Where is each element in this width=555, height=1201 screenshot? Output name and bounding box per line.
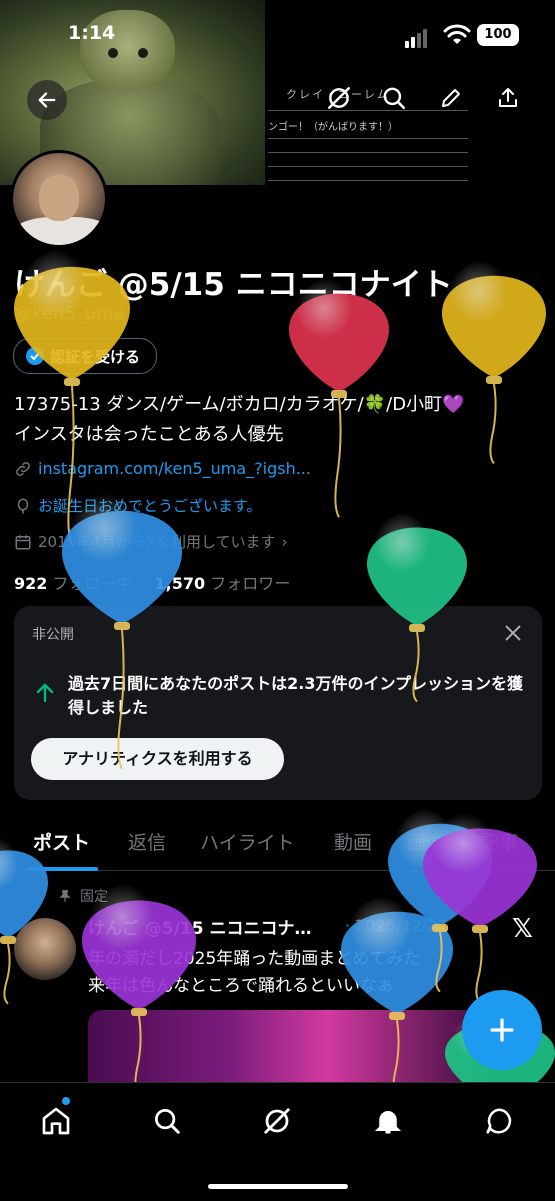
- following-count: 922: [14, 574, 48, 593]
- pinned-label: 固定: [58, 886, 108, 906]
- close-card-button[interactable]: [502, 622, 524, 644]
- following-label: フォロー中: [52, 574, 133, 593]
- analytics-card: 非公開 過去7日間にあなたのポストは2.3万件のインプレッションを獲得しました …: [14, 606, 542, 800]
- plus-icon: [490, 1018, 514, 1042]
- impressions-message: 過去7日間にあなたのポストは2.3万件のインプレッションを獲得しました: [68, 674, 523, 717]
- share-button[interactable]: [490, 80, 526, 116]
- private-label: 非公開: [32, 627, 74, 643]
- edit-icon: [442, 89, 460, 107]
- calendar-icon: [15, 534, 31, 549]
- balloon-icon: [17, 498, 29, 513]
- share-icon: [499, 88, 517, 107]
- profile-avatar[interactable]: [10, 150, 108, 248]
- followers-label: フォロワー: [210, 574, 291, 593]
- link-icon: [16, 461, 30, 476]
- post-avatar[interactable]: [14, 918, 76, 980]
- bio-line-1: 17375-13 ダンス/ゲーム/ボカロ/カラオケ/🍀/D小町💜: [14, 394, 465, 415]
- post-text-line-1: 年の瀬だし2025年踊った動画まとめてみた: [88, 949, 421, 969]
- messages-icon: [486, 1108, 512, 1134]
- follow-stats: 922 フォロー中 1,570 フォロワー: [14, 570, 290, 594]
- banner-doc-text: ンゴー！（がんばります！）: [268, 122, 398, 133]
- status-icons: 100: [405, 24, 545, 48]
- home-indicator: [208, 1184, 348, 1189]
- get-verified-button[interactable]: 認証を受ける: [13, 338, 158, 374]
- birthday-text: お誕生日おめでとうございます。: [38, 497, 262, 515]
- grok-icon: [328, 87, 350, 109]
- back-arrow-icon: [38, 92, 56, 108]
- wifi-icon: [443, 24, 471, 44]
- joined-row[interactable]: 2019年4月からXを利用しています ›: [14, 531, 288, 552]
- back-button[interactable]: [27, 80, 67, 120]
- arrow-up-icon: [36, 683, 54, 702]
- nav-search[interactable]: [145, 1099, 189, 1143]
- search-icon: [383, 87, 406, 110]
- search-button[interactable]: [376, 80, 412, 116]
- post-author[interactable]: けんご @5/15 ニコニコナ…: [88, 914, 312, 939]
- home-icon: [42, 1107, 70, 1135]
- tab-articles[interactable]: 記事: [480, 828, 518, 855]
- followers-link[interactable]: 1,570 フォロワー: [155, 570, 291, 594]
- pin-icon: [59, 890, 71, 902]
- followers-count: 1,570: [154, 574, 206, 593]
- search-nav-icon: [155, 1109, 180, 1134]
- pinned-text: 固定: [80, 889, 108, 905]
- tab-posts[interactable]: ポスト: [33, 828, 90, 855]
- nav-messages[interactable]: [477, 1099, 521, 1143]
- birthday-row: お誕生日おめでとうございます。: [14, 495, 262, 516]
- get-verified-label: 認証を受ける: [50, 347, 141, 366]
- tab-indicator: [28, 867, 98, 871]
- tab-videos[interactable]: 動画: [334, 828, 372, 855]
- grok-nav-icon: [264, 1108, 290, 1134]
- joined-text: 2019年4月からXを利用しています: [38, 533, 276, 551]
- post-timestamp: · 2025/12/27: [345, 916, 448, 935]
- post-text-line-2: 来年は色んなところで踊れるといいなぁ: [88, 976, 394, 996]
- nav-grok[interactable]: [255, 1099, 299, 1143]
- edit-profile-button[interactable]: [433, 80, 469, 116]
- profile-tabs: ポスト 返信 ハイライト 動画 画像 記事: [0, 818, 555, 871]
- status-time: 1:14: [68, 22, 116, 44]
- profile-link[interactable]: instagram.com/ken5_uma_?igsh...: [14, 459, 311, 478]
- tab-photos[interactable]: 画像: [407, 828, 445, 855]
- user-handle: @ken5_uma: [14, 303, 125, 324]
- bell-icon: [374, 1111, 402, 1134]
- following-link[interactable]: 922 フォロー中: [14, 570, 133, 594]
- compose-post-button[interactable]: [462, 990, 542, 1070]
- balloon: [442, 257, 546, 465]
- grok-button[interactable]: [321, 80, 357, 116]
- post-media[interactable]: [88, 1010, 488, 1082]
- profile-link-text[interactable]: instagram.com/ken5_uma_?igsh...: [38, 459, 311, 478]
- tab-highlights[interactable]: ハイライト: [200, 828, 295, 855]
- nav-notifications[interactable]: [366, 1099, 410, 1143]
- verified-badge-icon: [26, 347, 44, 365]
- home-notification-dot: [62, 1097, 70, 1105]
- close-icon: [505, 625, 521, 641]
- display-name: けんご @5/15 ニコニコナイト: [14, 267, 453, 303]
- analytics-button[interactable]: アナリティクスを利用する: [31, 738, 284, 780]
- bio-line-2: インスタは会ったことある人優先: [14, 424, 284, 445]
- chevron-right-icon: ›: [281, 532, 288, 551]
- nav-home[interactable]: [34, 1099, 78, 1143]
- x-logo-icon: 𝕏: [512, 914, 533, 944]
- battery-indicator: 100: [477, 24, 519, 46]
- tab-replies[interactable]: 返信: [128, 828, 166, 855]
